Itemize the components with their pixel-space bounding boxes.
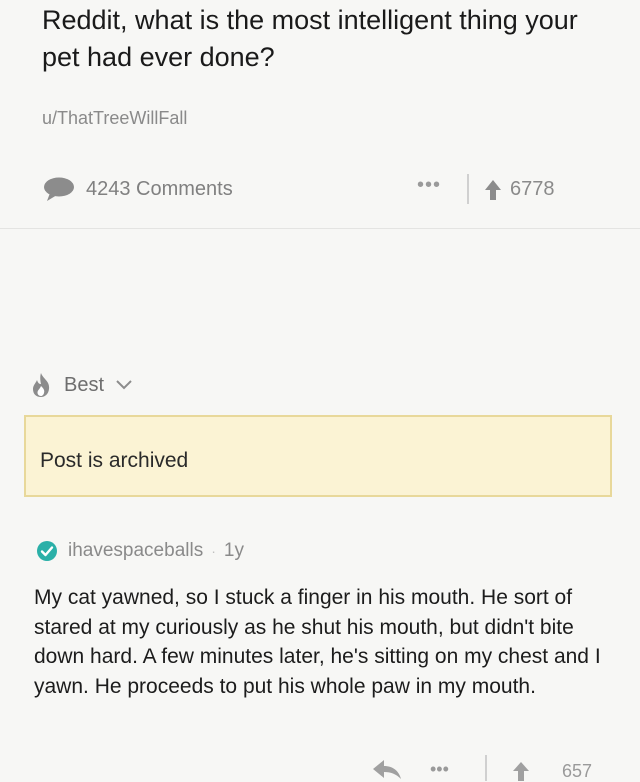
upvote-arrow-icon: [485, 179, 501, 200]
post-author[interactable]: u/ThatTreeWillFall: [42, 108, 187, 129]
more-options-button[interactable]: •••: [417, 174, 441, 197]
post-score: 6778: [510, 178, 555, 200]
upvote-button[interactable]: 6778: [484, 178, 555, 201]
post-title[interactable]: Reddit, what is the most intelligent thi…: [42, 2, 622, 76]
comment-body: My cat yawned, so I stuck a finger in hi…: [34, 586, 601, 698]
archived-banner: Post is archived: [24, 415, 612, 497]
section-divider: [0, 228, 640, 229]
flame-icon: [33, 373, 50, 397]
archived-banner-text: Post is archived: [40, 449, 189, 472]
comment-username[interactable]: ihavespaceballs: [68, 540, 203, 562]
meta-separator: ·: [211, 543, 216, 559]
divider: [485, 755, 487, 781]
divider: [467, 174, 469, 204]
comments-button[interactable]: 4243 Comments: [42, 176, 233, 202]
verified-check-icon: [37, 541, 57, 561]
sort-label: Best: [64, 373, 105, 396]
upvote-arrow-icon[interactable]: [512, 761, 530, 781]
comments-count: 4243 Comments: [86, 177, 233, 200]
speech-bubble-icon: [44, 177, 74, 201]
comment-age: 1y: [223, 540, 244, 561]
comment-score: 657: [562, 761, 593, 781]
comment-actions: ••• 657: [0, 755, 640, 781]
chevron-down-icon: [116, 380, 132, 390]
comment-header: ihavespaceballs · 1y: [36, 540, 244, 562]
comment-more-button[interactable]: •••: [430, 759, 449, 780]
sort-dropdown[interactable]: Best: [30, 372, 132, 398]
post-meta-bar: 4243 Comments ••• 6778: [42, 172, 598, 208]
reply-arrow-icon[interactable]: [372, 759, 402, 779]
